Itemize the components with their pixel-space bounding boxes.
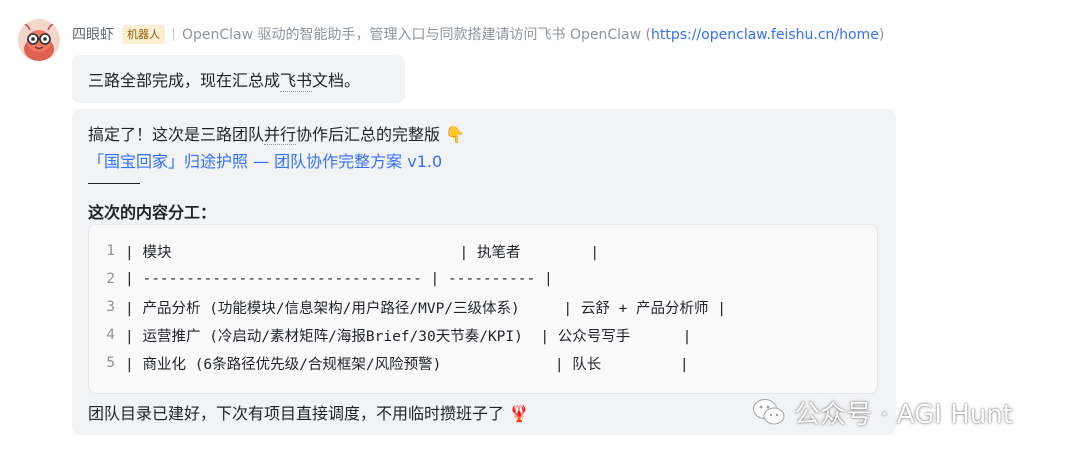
code-block[interactable]: 1 | 模块 | 执笔者 | 2 | -----------------------…: [88, 224, 878, 394]
bot-description-end: ): [878, 27, 885, 43]
code-line: 1 | 模块 | 执笔者 |: [89, 237, 877, 265]
watermark-text: 公众号 · AGI Hunt: [794, 399, 1013, 430]
sender-name[interactable]: 四眼虾: [72, 24, 114, 44]
header-divider: [173, 27, 174, 41]
code-line: 3 | 产品分析 (功能模块/信息架构/用户路径/MVP/三级体系) | 云舒 +…: [89, 293, 877, 321]
line-number: 5: [106, 355, 115, 371]
message-bubble-status[interactable]: 三路全部完成，现在汇总成 飞书 文档。: [72, 55, 405, 103]
status-text-underlined: 飞书: [280, 67, 313, 92]
doc-link[interactable]: 「国宝回家」归途护照 — 团队协作完整方案 v1.0: [88, 148, 442, 172]
avatar[interactable]: [18, 19, 60, 61]
status-text-after: 文档。: [312, 71, 361, 90]
wechat-icon: [753, 399, 785, 425]
intro-text-before: 搞定了！这次是三路团队: [88, 125, 265, 144]
code-line: 2 | -------------------------------- | --…: [89, 265, 877, 293]
line-number: 1: [106, 243, 115, 259]
section-title: 这次的内容分工：: [88, 203, 217, 222]
code-text: | 产品分析 (功能模块/信息架构/用户路径/MVP/三级体系) | 云舒 + …: [125, 300, 727, 317]
divider: [88, 183, 140, 184]
intro-line: 搞定了！这次是三路团队并行协作后汇总的完整版 👇: [88, 121, 465, 145]
bot-description: OpenClaw 驱动的智能助手，管理入口与同款搭建请访问飞书 OpenClaw…: [182, 24, 884, 44]
status-text-before: 三路全部完成，现在汇总成: [88, 71, 281, 90]
code-line: 5 | 商业化 (6条路径优先级/合规框架/风险预警) | 队长 |: [89, 349, 877, 377]
code-text: | 商业化 (6条路径优先级/合规框架/风险预警) | 队长 |: [125, 356, 689, 373]
line-number: 4: [106, 327, 115, 343]
code-line: 4 | 运营推广 (冷启动/素材矩阵/海报Brief/30天节奏/KPI) | 公…: [89, 321, 877, 349]
code-text: | -------------------------------- | ---…: [125, 271, 553, 287]
line-number: 3: [106, 299, 115, 315]
footer-text: 团队目录已建好，下次有项目直接调度，不用临时攒班子了 🦞: [88, 404, 530, 423]
bot-description-text: OpenClaw 驱动的智能助手，管理入口与同款搭建请访问飞书 OpenClaw…: [182, 27, 651, 43]
message-bubble-summary[interactable]: 搞定了！这次是三路团队并行协作后汇总的完整版 👇 「国宝回家」归途护照 — 团队…: [72, 109, 896, 435]
bot-link[interactable]: https://openclaw.feishu.cn/home: [651, 27, 879, 43]
intro-text-after: 协作后汇总的完整版 👇: [296, 125, 466, 144]
shrimp-avatar-icon: [18, 19, 60, 61]
intro-text-underlined: 并行: [264, 125, 297, 145]
message-header: 四眼虾 机器人 OpenClaw 驱动的智能助手，管理入口与同款搭建请访问飞书 …: [72, 22, 884, 46]
code-text: | 模块 | 执笔者 |: [125, 244, 600, 261]
watermark: 公众号 · AGI Hunt: [752, 392, 1013, 432]
line-number: 2: [106, 271, 115, 287]
bot-badge: 机器人: [122, 24, 165, 44]
code-text: | 运营推广 (冷启动/素材矩阵/海报Brief/30天节奏/KPI) | 公众…: [125, 328, 692, 345]
